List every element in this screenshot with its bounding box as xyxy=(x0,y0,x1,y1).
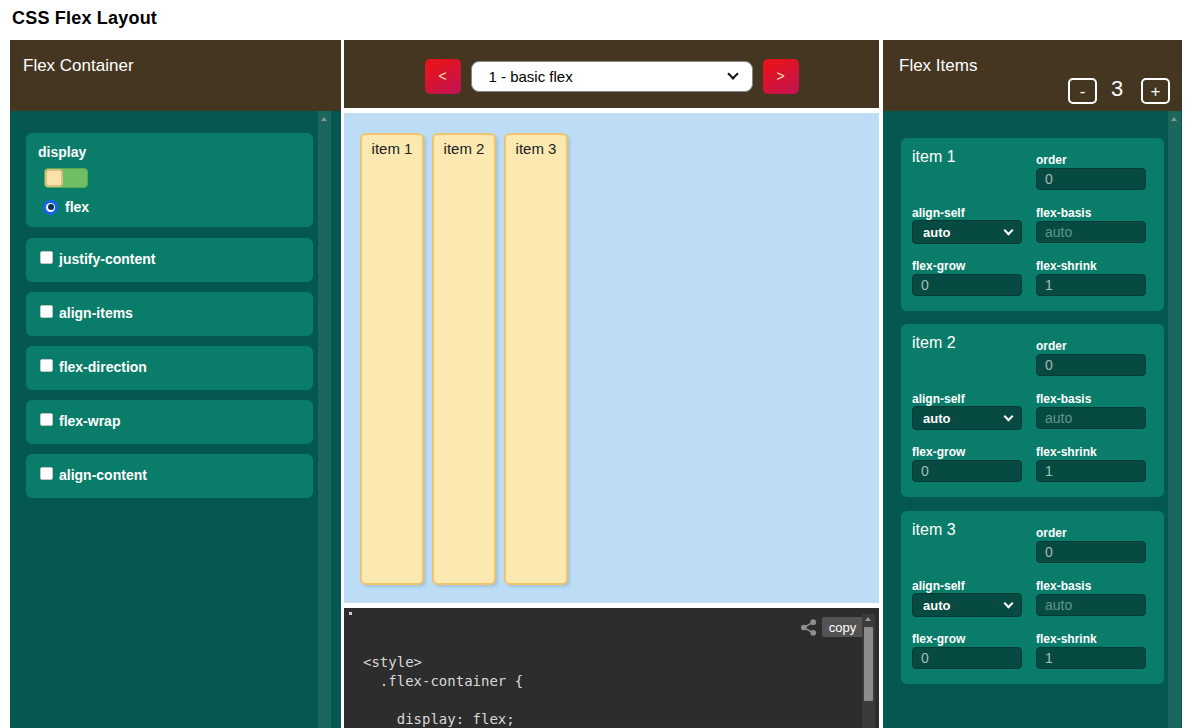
scroll-up-icon[interactable] xyxy=(321,117,327,121)
example-nav-header: < 1 - basic flex > xyxy=(344,40,879,108)
flex-wrap-label: flex-wrap xyxy=(59,413,120,429)
order-input[interactable] xyxy=(1036,541,1146,563)
flex-radio[interactable] xyxy=(43,200,58,215)
align-items-label: align-items xyxy=(59,305,133,321)
item-2-settings-card: item 2 order align-self auto flex-basis … xyxy=(901,324,1164,497)
property-card-flex-wrap: flex-wrap xyxy=(26,400,313,444)
align-self-select-wrap: auto xyxy=(912,406,1022,430)
align-self-select-wrap: auto xyxy=(912,593,1022,617)
property-card-align-items: align-items xyxy=(26,292,313,336)
add-item-button[interactable]: + xyxy=(1141,78,1170,104)
property-card-justify-content: justify-content xyxy=(26,238,313,282)
flex-shrink-label: flex-shrink xyxy=(1036,259,1097,273)
toggle-knob xyxy=(45,169,63,187)
align-self-label: align-self xyxy=(912,392,965,406)
flex-items-header: Flex Items - 3 + xyxy=(883,40,1182,111)
order-label: order xyxy=(1036,153,1067,167)
align-content-checkbox[interactable] xyxy=(40,467,53,480)
code-panel: copy <style> .flex-container { display: … xyxy=(344,608,879,728)
align-self-label: align-self xyxy=(912,206,965,220)
align-self-select[interactable]: auto xyxy=(912,220,1022,244)
flex-container-header: Flex Container xyxy=(10,40,341,111)
flex-basis-input[interactable] xyxy=(1036,594,1146,616)
share-icon[interactable] xyxy=(800,619,817,636)
order-input[interactable] xyxy=(1036,168,1146,190)
flex-wrap-checkbox[interactable] xyxy=(40,413,53,426)
flex-grow-input[interactable] xyxy=(912,274,1022,296)
align-self-label: align-self xyxy=(912,579,965,593)
flex-grow-label: flex-grow xyxy=(912,632,965,646)
flex-items-panel: Flex Items - 3 + item 1 order align-self… xyxy=(883,40,1182,728)
property-card-flex-direction: flex-direction xyxy=(26,346,313,390)
flex-items-scrollbar[interactable] xyxy=(1168,111,1181,728)
scroll-up-icon[interactable] xyxy=(1171,117,1177,121)
align-self-select-wrap: auto xyxy=(912,220,1022,244)
flex-basis-input[interactable] xyxy=(1036,407,1146,429)
item-3-title: item 3 xyxy=(912,521,956,539)
flex-basis-label: flex-basis xyxy=(1036,579,1091,593)
justify-content-checkbox[interactable] xyxy=(40,251,53,264)
flex-grow-label: flex-grow xyxy=(912,445,965,459)
item-1-title: item 1 xyxy=(912,148,956,166)
justify-content-label: justify-content xyxy=(59,251,155,267)
display-toggle[interactable] xyxy=(44,168,88,188)
display-label: display xyxy=(38,144,86,160)
flex-item-1: item 1 xyxy=(360,133,424,585)
example-select[interactable]: 1 - basic flex xyxy=(471,61,753,92)
flex-items-body: item 1 order align-self auto flex-basis … xyxy=(883,111,1182,728)
property-card-align-content: align-content xyxy=(26,454,313,498)
align-content-label: align-content xyxy=(59,467,147,483)
page-title: CSS Flex Layout xyxy=(12,8,157,29)
order-input[interactable] xyxy=(1036,354,1146,376)
remove-item-button[interactable]: - xyxy=(1068,78,1097,104)
code-scrollbar[interactable] xyxy=(862,614,875,728)
flex-grow-label: flex-grow xyxy=(912,259,965,273)
copy-button[interactable]: copy xyxy=(822,617,863,637)
item-2-title: item 2 xyxy=(912,334,956,352)
flex-container-panel: Flex Container display flex justify-cont… xyxy=(10,40,341,728)
flex-preview-container: item 1 item 2 item 3 xyxy=(344,113,879,603)
flex-shrink-input[interactable] xyxy=(1036,460,1146,482)
code-cursor-dot xyxy=(349,612,352,615)
flex-container-body: display flex justify-content align-items… xyxy=(10,111,341,728)
code-scroll-thumb[interactable] xyxy=(864,627,873,701)
flex-items-title: Flex Items xyxy=(899,56,977,76)
flex-shrink-label: flex-shrink xyxy=(1036,632,1097,646)
flex-shrink-label: flex-shrink xyxy=(1036,445,1097,459)
align-self-select[interactable]: auto xyxy=(912,593,1022,617)
flex-basis-input[interactable] xyxy=(1036,221,1146,243)
align-self-select[interactable]: auto xyxy=(912,406,1022,430)
code-block: <style> .flex-container { display: flex; xyxy=(363,653,523,728)
flex-item-3: item 3 xyxy=(504,133,568,585)
item-count: 3 xyxy=(1111,76,1123,102)
next-example-button[interactable]: > xyxy=(763,59,799,94)
flex-grow-input[interactable] xyxy=(912,647,1022,669)
flex-grow-input[interactable] xyxy=(912,460,1022,482)
code-scroll-up-icon[interactable] xyxy=(865,617,871,621)
flex-direction-checkbox[interactable] xyxy=(40,359,53,372)
flex-container-scrollbar[interactable] xyxy=(318,111,331,728)
example-select-wrap: 1 - basic flex xyxy=(471,61,753,92)
prev-example-button[interactable]: < xyxy=(425,59,461,94)
flex-item-2: item 2 xyxy=(432,133,496,585)
flex-basis-label: flex-basis xyxy=(1036,392,1091,406)
display-card: display flex xyxy=(26,133,313,227)
flex-radio-label: flex xyxy=(65,199,89,215)
align-items-checkbox[interactable] xyxy=(40,305,53,318)
item-1-settings-card: item 1 order align-self auto flex-basis … xyxy=(901,138,1164,311)
flex-basis-label: flex-basis xyxy=(1036,206,1091,220)
flex-direction-label: flex-direction xyxy=(59,359,147,375)
order-label: order xyxy=(1036,339,1067,353)
flex-container-title: Flex Container xyxy=(23,56,134,75)
item-3-settings-card: item 3 order align-self auto flex-basis … xyxy=(901,511,1164,684)
flex-shrink-input[interactable] xyxy=(1036,647,1146,669)
order-label: order xyxy=(1036,526,1067,540)
flex-shrink-input[interactable] xyxy=(1036,274,1146,296)
